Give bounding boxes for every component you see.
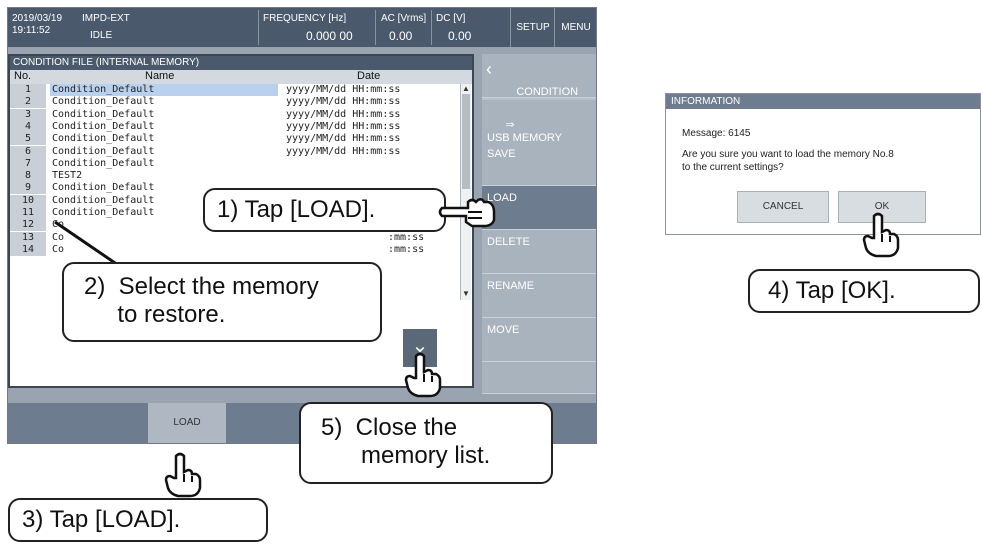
- callout-step2: 2) Select the memory to restore.: [62, 262, 382, 342]
- callout-pointer-line: [54, 220, 119, 267]
- pointing-hand-left-icon: [438, 198, 496, 228]
- callout-step1: 1) Tap [LOAD].: [203, 188, 446, 232]
- pointing-hand-up-icon: [164, 452, 202, 498]
- callout-step4: 4) Tap [OK].: [748, 269, 980, 313]
- callout-step3: 3) Tap [LOAD].: [8, 498, 268, 542]
- pointing-hand-up-icon: [862, 212, 900, 258]
- pointing-hand-up-icon: [404, 352, 442, 398]
- callout-text: 2) Select the memory to restore.: [84, 273, 319, 328]
- callout-text: 4) Tap [OK].: [768, 277, 896, 304]
- callout-step5: 5) Close the memory list.: [299, 402, 553, 484]
- callout-text: 3) Tap [LOAD].: [22, 506, 181, 533]
- callout-text: 1) Tap [LOAD].: [217, 196, 376, 223]
- callout-text: 5) Close the memory list.: [321, 414, 491, 469]
